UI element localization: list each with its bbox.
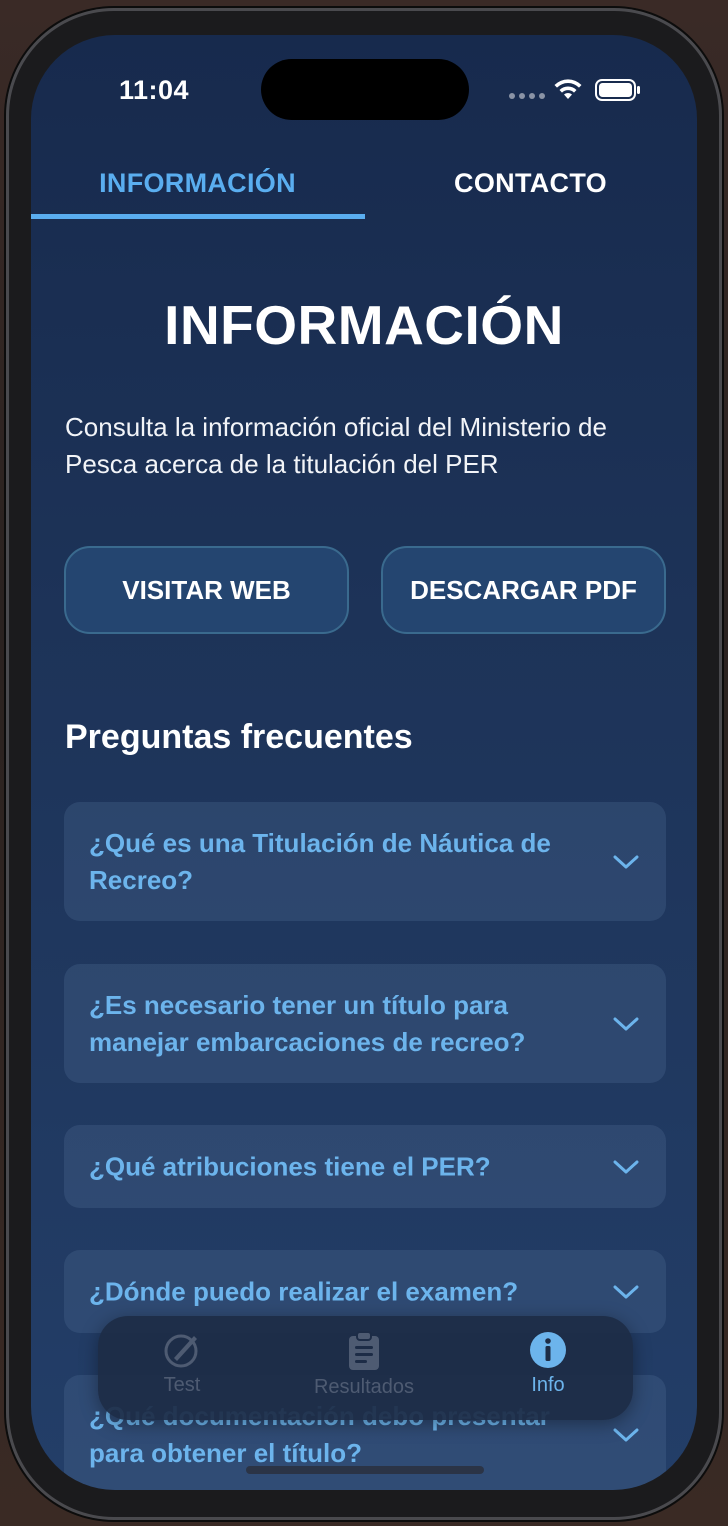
faq-question: ¿Dónde puedo realizar el examen?: [89, 1276, 519, 1306]
chevron-down-icon: [613, 1017, 639, 1030]
tabbar-item-test[interactable]: Test: [146, 1330, 218, 1397]
chevron-down-icon: [613, 1285, 639, 1298]
page-title: INFORMACIÓN: [164, 294, 564, 356]
tabbar-item-resultados[interactable]: Resultados: [298, 1330, 430, 1399]
tabbar-label-test: Test: [163, 1374, 201, 1396]
chevron-down-icon: [613, 1428, 639, 1441]
faq-question: ¿Es necesario tener un título para manej…: [89, 989, 526, 1057]
faq-item[interactable]: ¿Es necesario tener un título para manej…: [64, 964, 666, 1083]
battery-icon: [595, 79, 640, 101]
faq-question: ¿Qué atribuciones tiene el PER?: [89, 1151, 491, 1181]
app-screen: 11:04 INFORMACIÓN CONTACTO INFORMACIÓN C…: [31, 35, 697, 1490]
faq-item[interactable]: ¿Qué atribuciones tiene el PER?: [64, 1125, 666, 1208]
visit-web-button[interactable]: VISITAR WEB: [64, 546, 349, 634]
download-pdf-button[interactable]: DESCARGAR PDF: [381, 546, 666, 634]
top-tab-bar: INFORMACIÓN CONTACTO: [31, 147, 697, 222]
clipboard-icon: [349, 1331, 379, 1370]
cellular-signal-icon: [509, 93, 545, 99]
faq-question: ¿Qué es una Titulación de Náutica de Rec…: [89, 827, 551, 895]
tab-informacion[interactable]: INFORMACIÓN: [31, 147, 364, 219]
tabbar-item-info[interactable]: Info: [516, 1330, 580, 1397]
intro-text: Consulta la información oficial del Mini…: [65, 412, 607, 479]
chevron-down-icon: [613, 855, 639, 868]
active-tab-indicator: [31, 214, 365, 219]
bottom-tab-bar: Test Resultados Info: [98, 1316, 633, 1420]
tabbar-label-info: Info: [531, 1374, 565, 1396]
dynamic-island: [261, 59, 469, 120]
home-indicator[interactable]: [246, 1466, 484, 1474]
wifi-icon: [554, 79, 582, 99]
tab-contacto[interactable]: CONTACTO: [364, 147, 697, 219]
pencil-circle-icon: [164, 1334, 198, 1368]
status-time: 11:04: [119, 75, 190, 105]
chevron-down-icon: [613, 1160, 639, 1173]
info-circle-icon: [530, 1332, 566, 1368]
tabbar-label-resultados: Resultados: [313, 1376, 415, 1398]
faq-item[interactable]: ¿Qué es una Titulación de Náutica de Rec…: [64, 802, 666, 921]
faq-heading: Preguntas frecuentes: [65, 718, 413, 756]
